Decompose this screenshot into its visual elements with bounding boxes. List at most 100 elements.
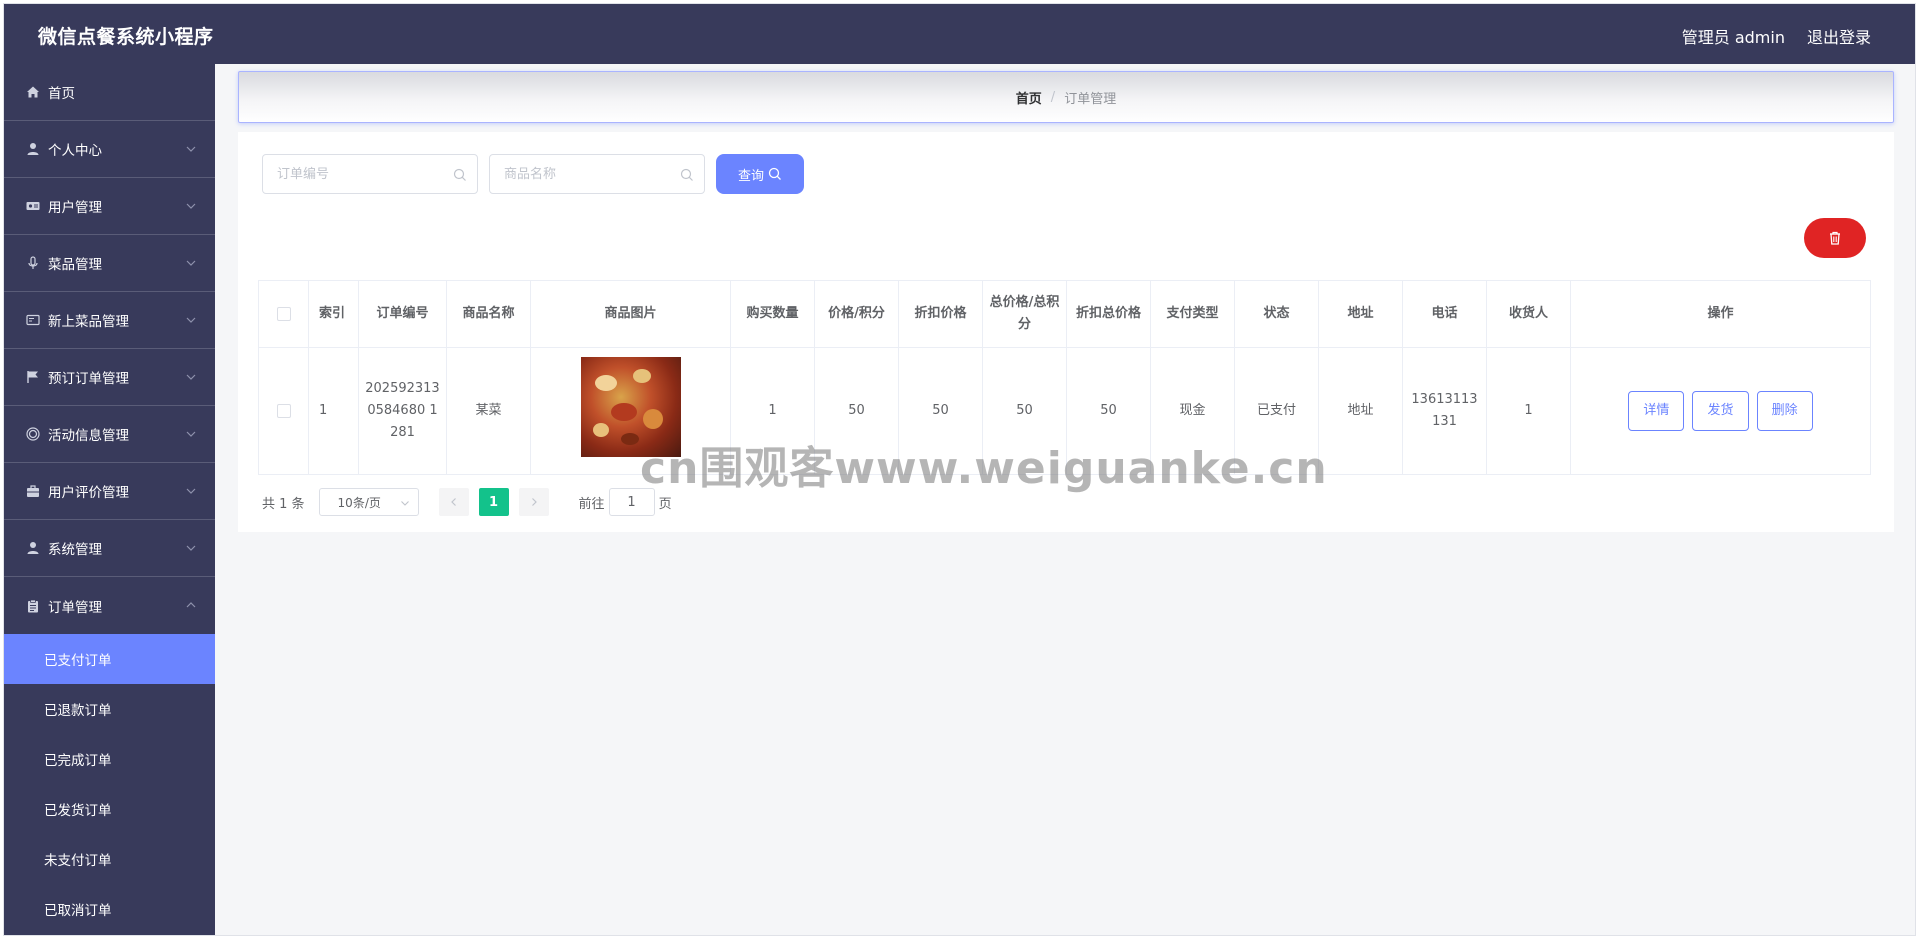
row-select-cell — [258, 347, 309, 475]
sidebar-item-new-dishes[interactable]: 新上菜品管理 — [4, 292, 215, 349]
next-page-button[interactable] — [518, 488, 549, 516]
submenu-item-refunded-orders[interactable]: 已退款订单 — [4, 684, 215, 734]
sidebar-item-activities[interactable]: 活动信息管理 — [4, 406, 215, 463]
index-cell: 1 — [308, 347, 359, 475]
column-header: 索引 — [308, 280, 359, 348]
batch-delete-button[interactable] — [1804, 218, 1866, 258]
query-button-label: 查询 — [737, 168, 764, 184]
sidebar-item-users[interactable]: 用户管理 — [4, 178, 215, 235]
order-no-input[interactable] — [263, 155, 477, 193]
column-header: 地址 — [1318, 280, 1403, 348]
logout-button[interactable]: 退出登录 — [1807, 24, 1871, 48]
target-icon — [26, 427, 40, 441]
price-cell: 50 — [814, 347, 899, 475]
product-name-search-field[interactable] — [489, 154, 705, 194]
sidebar-item-label: 首页 — [48, 86, 75, 102]
sidebar-item-label: 预订订单管理 — [48, 371, 129, 387]
admin-label: 管理员 admin — [1681, 28, 1785, 47]
breadcrumb-current: 订单管理 — [1064, 91, 1117, 107]
sidebar-item-dishes[interactable]: 菜品管理 — [4, 235, 215, 292]
microphone-icon — [26, 256, 40, 270]
sidebar-item-system[interactable]: 系统管理 — [4, 520, 215, 577]
order-no-search-field[interactable] — [262, 154, 478, 194]
column-header: 购买数量 — [730, 280, 815, 348]
row-checkbox[interactable] — [276, 403, 291, 418]
chevron-down-icon — [186, 545, 196, 551]
column-header: 折扣总价格 — [1066, 280, 1151, 348]
submenu-item-shipped-orders[interactable]: 已发货订单 — [4, 784, 215, 834]
total-count: 共 1 条 — [262, 496, 305, 512]
column-header: 电话 — [1402, 280, 1487, 348]
column-header: 价格/积分 — [814, 280, 899, 348]
ticket-icon — [26, 199, 40, 213]
orders-submenu: 已支付订单 已退款订单 已完成订单 已发货订单 未支付订单 已取消订单 — [4, 634, 215, 934]
submenu-item-paid-orders[interactable]: 已支付订单 — [4, 634, 215, 684]
goto-page-input[interactable] — [608, 488, 655, 516]
column-header: 支付类型 — [1150, 280, 1235, 348]
flag-icon — [26, 370, 40, 384]
select-all-checkbox[interactable] — [276, 306, 291, 321]
sidebar-item-reservations[interactable]: 预订订单管理 — [4, 349, 215, 406]
page-size-value: 10条/页 — [337, 495, 381, 510]
sidebar-item-home[interactable]: 首页 — [4, 64, 215, 121]
submenu-item-completed-orders[interactable]: 已完成订单 — [4, 734, 215, 784]
main-panel: 查询 索引 订单编号 商品名称 商品图片 购买数量 价格/积分 折扣价格 — [238, 132, 1894, 532]
delete-button[interactable]: 删除 — [1756, 391, 1813, 431]
search-icon — [680, 168, 693, 181]
receiver-cell: 1 — [1486, 347, 1571, 475]
trash-icon — [1830, 231, 1840, 245]
sidebar-item-profile[interactable]: 个人中心 — [4, 121, 215, 178]
header-actions: 管理员 admin 退出登录 — [1682, 24, 1871, 48]
card-icon — [26, 313, 40, 327]
column-header: 折扣价格 — [898, 280, 983, 348]
sidebar-item-label: 新上菜品管理 — [48, 314, 129, 330]
chevron-down-icon — [400, 501, 409, 506]
sidebar-item-label: 订单管理 — [48, 599, 102, 616]
submenu-item-unpaid-orders[interactable]: 未支付订单 — [4, 834, 215, 884]
chevron-left-icon — [450, 498, 456, 506]
select-all-cell — [258, 280, 309, 348]
chevron-down-icon — [186, 146, 196, 152]
sidebar-item-orders[interactable]: 订单管理 — [4, 577, 215, 634]
product-name-cell: 某菜 — [446, 347, 531, 475]
discount-total-cell: 50 — [1066, 347, 1151, 475]
page-suffix: 页 — [658, 496, 672, 512]
page-size-select[interactable]: 10条/页 — [318, 488, 419, 516]
home-icon — [26, 85, 40, 99]
product-image-cell — [530, 347, 731, 475]
briefcase-icon — [26, 484, 40, 498]
sidebar: 首页 个人中心 用户管理 菜品管理 新上菜品管理 预订订单管理 活动信息管理 用… — [4, 64, 215, 935]
chevron-down-icon — [186, 488, 196, 494]
product-name-input[interactable] — [490, 155, 704, 193]
column-header: 商品图片 — [530, 280, 731, 348]
ship-button[interactable]: 发货 — [1692, 391, 1749, 431]
breadcrumb-home-link[interactable]: 首页 — [1016, 88, 1042, 107]
phone-cell: 13613113131 — [1402, 347, 1487, 475]
prev-page-button[interactable] — [438, 488, 469, 516]
sidebar-item-label: 系统管理 — [48, 542, 102, 558]
orders-table: 索引 订单编号 商品名称 商品图片 购买数量 价格/积分 折扣价格 总价格/总积… — [258, 280, 1871, 475]
product-image[interactable] — [580, 357, 681, 457]
column-header: 订单编号 — [358, 280, 447, 348]
sidebar-item-label: 活动信息管理 — [48, 428, 129, 444]
status-cell: 已支付 — [1234, 347, 1319, 475]
search-icon — [453, 168, 466, 181]
user-icon — [26, 142, 40, 156]
sidebar-item-label: 用户评价管理 — [48, 485, 129, 501]
column-header: 商品名称 — [446, 280, 531, 348]
column-header: 总价格/总积分 — [982, 280, 1067, 348]
sidebar-item-reviews[interactable]: 用户评价管理 — [4, 463, 215, 520]
chevron-down-icon — [186, 203, 196, 209]
chevron-down-icon — [186, 431, 196, 437]
order-no-cell: 2025923130584680 1281 — [358, 347, 447, 475]
detail-button[interactable]: 详情 — [1628, 391, 1685, 431]
submenu-item-cancelled-orders[interactable]: 已取消订单 — [4, 884, 215, 934]
breadcrumb-separator: / — [1050, 89, 1056, 105]
query-button[interactable]: 查询 — [716, 154, 804, 194]
page-number-button[interactable]: 1 — [478, 488, 509, 516]
column-header: 状态 — [1234, 280, 1319, 348]
chevron-right-icon — [531, 498, 537, 506]
sidebar-item-label: 用户管理 — [48, 200, 102, 216]
search-icon — [768, 167, 781, 180]
breadcrumb: 首页 / 订单管理 — [238, 71, 1894, 123]
